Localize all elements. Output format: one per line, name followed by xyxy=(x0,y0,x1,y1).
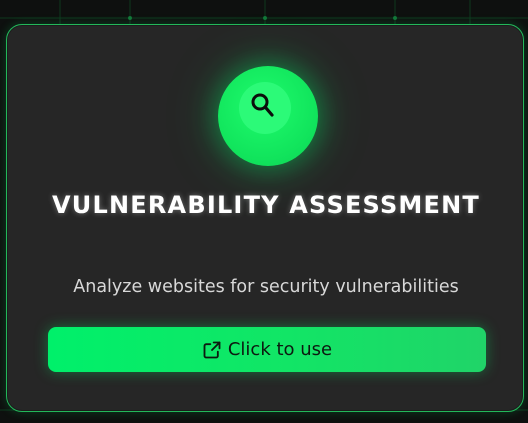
card-description: Analyze websites for security vulnerabil… xyxy=(73,277,459,297)
click-to-use-label: Click to use xyxy=(227,338,333,360)
click-to-use-button[interactable]: Click to use xyxy=(48,327,486,372)
tool-icon-inner xyxy=(239,82,291,134)
tool-card: Vulnerability Assessment Analyze website… xyxy=(6,24,524,412)
card-title: Vulnerability Assessment xyxy=(52,191,480,219)
external-link-icon xyxy=(203,341,221,358)
magnifier-icon xyxy=(251,93,274,117)
tool-icon-badge xyxy=(218,66,318,166)
